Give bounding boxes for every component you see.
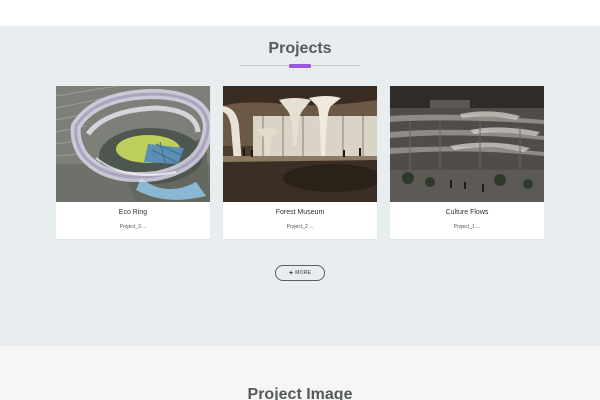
more-button-label: MORE	[295, 270, 312, 276]
projects-title: Projects	[268, 40, 332, 57]
more-button[interactable]: + MORE	[275, 265, 325, 281]
project-card-title[interactable]: Forest Museum	[223, 209, 377, 216]
project-image-eco-ring[interactable]	[56, 86, 210, 202]
project-card-forest-museum[interactable]: Forest Museum Project_2 ...	[223, 86, 377, 239]
project-card-subtitle: Project_1 ...	[453, 224, 481, 230]
project-card-title[interactable]: Culture Flows	[390, 209, 544, 216]
project-image-title: Project Image	[247, 386, 353, 400]
project-card-title[interactable]: Eco Ring	[56, 209, 210, 216]
plus-icon: +	[288, 269, 294, 277]
top-bar	[0, 0, 600, 26]
project-card-culture-flows[interactable]: Culture Flows Project_1 ...	[390, 86, 544, 239]
project-card-subtitle: Project_3 ...	[119, 224, 147, 230]
project-card-eco-ring[interactable]: Eco Ring Project_3 ...	[56, 86, 210, 239]
project-card-subtitle: Project_2 ...	[286, 224, 314, 230]
project-image-culture-flows[interactable]	[390, 86, 544, 202]
title-accent-bar	[289, 64, 311, 68]
project-image-forest-museum[interactable]	[223, 86, 377, 202]
